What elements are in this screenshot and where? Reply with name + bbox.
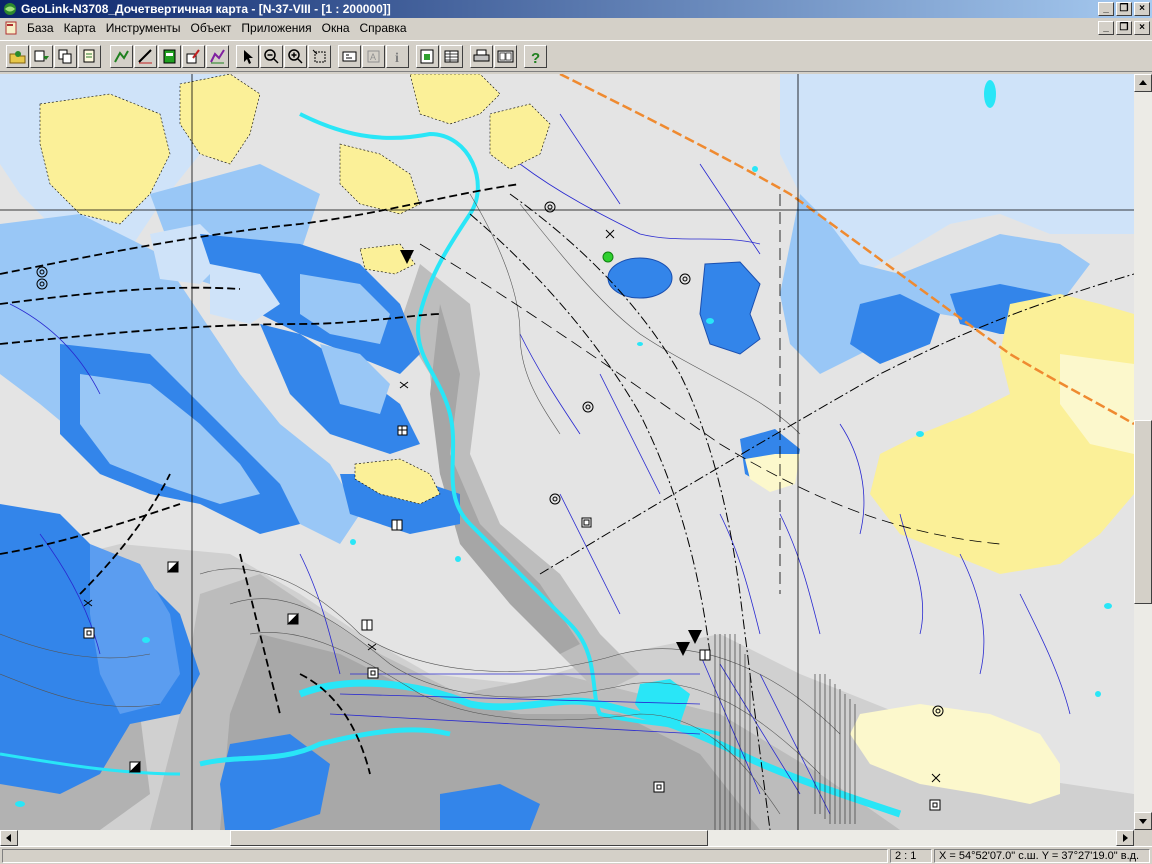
toolbar: A i ? <box>0 40 1152 72</box>
edit-fill-icon <box>163 49 176 64</box>
copy-db-icon <box>58 49 72 64</box>
export-icon <box>497 50 514 63</box>
menu-item-tools[interactable]: Инструменты <box>101 21 186 35</box>
menu-item-map[interactable]: Карта <box>59 21 101 35</box>
maximize-button[interactable]: ❐ <box>1116 2 1132 16</box>
export-button[interactable] <box>494 45 517 68</box>
edit-line-icon <box>138 49 152 64</box>
save-db-button[interactable] <box>30 45 53 68</box>
info-2-button[interactable]: A <box>362 45 385 68</box>
table-button[interactable] <box>440 45 463 68</box>
scroll-right-button[interactable] <box>1116 830 1134 846</box>
horizontal-scroll-thumb[interactable] <box>230 830 708 846</box>
minimize-button[interactable]: _ <box>1098 2 1114 16</box>
edit-layer-icon <box>114 50 129 63</box>
arrow-down-icon <box>1139 819 1147 824</box>
scroll-corner <box>1134 830 1152 846</box>
menu-item-base[interactable]: База <box>22 21 59 35</box>
table-icon <box>444 50 459 63</box>
arrow-up-icon <box>1139 80 1147 85</box>
svg-text:?: ? <box>531 50 540 65</box>
new-doc-button[interactable] <box>416 45 439 68</box>
zoom-rect-icon <box>312 49 326 63</box>
zoom-out-button[interactable] <box>260 45 283 68</box>
edit-line-button[interactable] <box>134 45 157 68</box>
help-button[interactable]: ? <box>524 45 547 68</box>
new-doc-icon <box>420 49 434 64</box>
printer-icon <box>473 49 490 62</box>
doc-minimize-button[interactable]: _ <box>1098 21 1114 35</box>
menu-item-windows[interactable]: Окна <box>317 21 355 35</box>
vertical-scroll-thumb[interactable] <box>1134 420 1152 604</box>
edit-symbol-button[interactable] <box>182 45 205 68</box>
info-icon: i <box>395 51 399 65</box>
menu-item-apps[interactable]: Приложения <box>236 21 316 35</box>
menu-item-help[interactable]: Справка <box>355 21 412 35</box>
info-1-button[interactable] <box>338 45 361 68</box>
open-db-button[interactable] <box>6 45 29 68</box>
info-button[interactable]: i <box>386 45 409 68</box>
svg-text:A: A <box>370 52 376 62</box>
open-db-icon <box>9 51 26 64</box>
edit-poly-button[interactable] <box>206 45 229 68</box>
layers-icon <box>83 49 95 63</box>
save-db-icon <box>34 50 49 62</box>
edit-poly-icon <box>210 49 225 64</box>
arrow-left-icon <box>6 834 11 842</box>
menu-bar: База Карта Инструменты Объект Приложения… <box>0 18 1152 38</box>
zoom-rect-button[interactable] <box>308 45 331 68</box>
status-scale: 2 : 1 <box>890 849 932 863</box>
edit-layer-button[interactable] <box>110 45 133 68</box>
zoom-in-button[interactable] <box>284 45 307 68</box>
svg-text:i: i <box>395 51 399 65</box>
doc-close-button[interactable]: × <box>1134 21 1150 35</box>
zoom-out-icon <box>264 49 279 64</box>
horizontal-scrollbar[interactable] <box>0 830 1134 846</box>
app-icon <box>4 3 16 15</box>
close-button[interactable]: × <box>1134 2 1150 16</box>
copy-db-button[interactable] <box>54 45 77 68</box>
status-bar: 2 : 1 X = 54°52'07.0" с.ш. Y = 37°27'19.… <box>0 846 1152 864</box>
window-title: GeoLink-N3708_Дочетвертичная карта - [N-… <box>21 2 391 16</box>
document-icon[interactable] <box>4 21 18 35</box>
arrow-right-icon <box>1123 834 1128 842</box>
info-2-icon: A <box>367 50 380 63</box>
zoom-in-icon <box>288 49 303 64</box>
geologic-map <box>0 74 1134 830</box>
vertical-scrollbar[interactable] <box>1134 74 1152 830</box>
map-canvas[interactable] <box>0 74 1134 830</box>
menu-item-object[interactable]: Объект <box>186 21 237 35</box>
scroll-up-button[interactable] <box>1134 74 1152 92</box>
edit-symbol-icon <box>186 49 200 64</box>
status-coordinates: X = 54°52'07.0" с.ш. Y = 37°27'19.0" в.д… <box>934 849 1150 863</box>
title-bar: GeoLink-N3708_Дочетвертичная карта - [N-… <box>0 0 1152 18</box>
info-1-icon <box>342 51 357 62</box>
select-button[interactable] <box>236 45 259 68</box>
scroll-left-button[interactable] <box>0 830 18 846</box>
layers-button[interactable] <box>78 45 101 68</box>
scroll-down-button[interactable] <box>1134 812 1152 830</box>
pointer-icon <box>244 50 253 64</box>
doc-restore-button[interactable]: ❐ <box>1116 21 1132 35</box>
print-button[interactable] <box>470 45 493 68</box>
status-message <box>2 849 888 863</box>
help-icon: ? <box>531 50 540 65</box>
edit-fill-button[interactable] <box>158 45 181 68</box>
